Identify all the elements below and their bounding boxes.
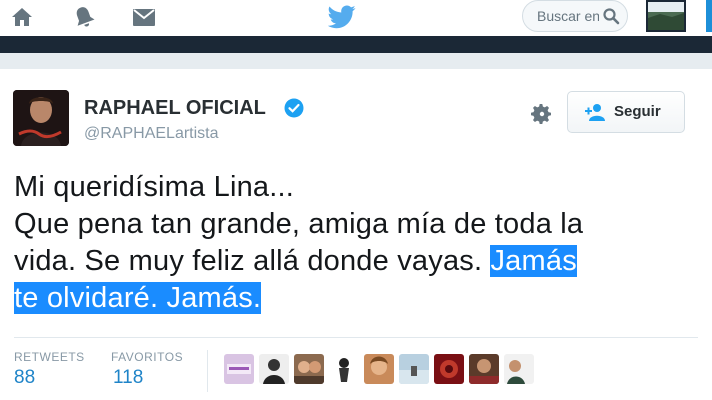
favoriter-avatar[interactable] — [434, 354, 464, 384]
backdrop-band — [0, 53, 712, 69]
home-icon[interactable] — [10, 5, 34, 29]
compose-tweet-button[interactable] — [706, 0, 712, 32]
follow-button[interactable]: Seguir — [567, 91, 685, 133]
search-icon[interactable] — [602, 7, 620, 25]
favoriter-avatar[interactable] — [259, 354, 289, 384]
favoriter-avatar[interactable] — [329, 354, 359, 384]
tweet-text-segment: Mi queridísima Lina... — [14, 171, 295, 203]
messages-icon[interactable] — [132, 5, 156, 29]
favoriter-avatar[interactable] — [224, 354, 254, 384]
profile-header-band — [0, 36, 712, 53]
selected-text-highlight: te olvidaré. Jamás. — [14, 282, 262, 314]
favorites-count[interactable]: 118 — [113, 367, 143, 389]
stats-divider — [14, 337, 698, 338]
selected-text-highlight: Jamás — [490, 245, 577, 277]
verified-badge-icon — [284, 98, 304, 118]
retweets-count[interactable]: 88 — [14, 367, 35, 389]
favorites-label: FAVORITOS — [111, 350, 184, 364]
tweet-text: Mi queridísima Lina... Que pena tan gran… — [14, 169, 704, 317]
tweet-text-segment: Que pena tan grande, amiga mía de toda l… — [14, 208, 584, 240]
favoriter-avatar[interactable] — [399, 354, 429, 384]
top-nav-bar: Buscar en — [0, 0, 712, 36]
favoriter-avatar[interactable] — [469, 354, 499, 384]
user-handle[interactable]: @RAPHAELartista — [84, 125, 219, 143]
account-avatar[interactable] — [646, 0, 686, 32]
search-input[interactable]: Buscar en — [522, 0, 628, 32]
favoriter-avatar[interactable] — [294, 354, 324, 384]
tweet-text-line: Que pena tan grande, amiga mía de toda l… — [14, 206, 704, 243]
gear-icon[interactable] — [530, 102, 554, 126]
profile-avatar[interactable] — [13, 90, 69, 146]
tweet-card: RAPHAEL OFICIAL @RAPHAELartista Seguir M… — [0, 69, 712, 400]
follow-button-label: Seguir — [614, 103, 661, 120]
favoriter-avatar[interactable] — [364, 354, 394, 384]
tweet-text-segment: vida. Se muy feliz allá donde vayas. — [14, 245, 491, 277]
tweet-text-line: Mi queridísima Lina... — [14, 169, 704, 206]
stats-separator — [207, 350, 208, 392]
tweet-text-line: vida. Se muy feliz allá donde vayas. Jam… — [14, 243, 704, 280]
twitter-bird-icon[interactable] — [328, 4, 356, 30]
notifications-icon[interactable] — [72, 5, 96, 29]
search-placeholder: Buscar en — [537, 8, 599, 24]
display-name[interactable]: RAPHAEL OFICIAL — [84, 97, 266, 120]
favoriter-avatar[interactable] — [504, 354, 534, 384]
retweets-label: RETWEETS — [14, 350, 85, 364]
add-user-icon — [584, 102, 606, 122]
tweet-text-line: te olvidaré. Jamás. — [14, 280, 704, 317]
